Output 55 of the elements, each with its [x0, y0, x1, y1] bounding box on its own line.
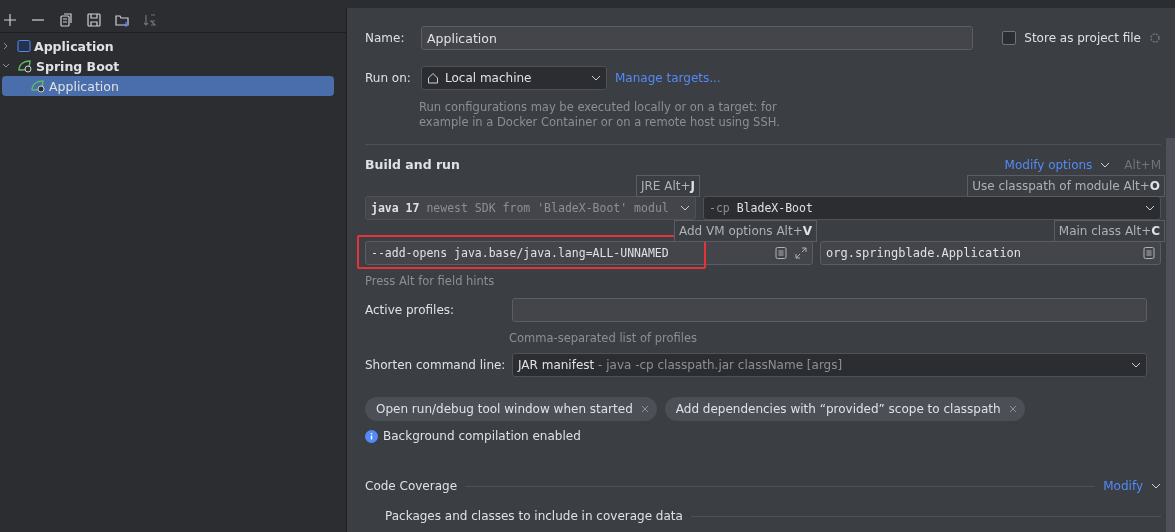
- chevron-down-icon: [1151, 483, 1161, 489]
- main-class-field[interactable]: org.springblade.Application: [820, 241, 1161, 265]
- section-title: Code Coverage: [365, 479, 458, 493]
- hint-text: Run configurations may be executed locally or on a target: for example in a Docker Container or on a remote host using SSH.: [419, 100, 781, 130]
- save-icon[interactable]: [86, 12, 102, 28]
- chevron-down-icon: [1145, 205, 1155, 211]
- field-label: Shorten command line:: [365, 358, 507, 372]
- option-chip[interactable]: Add dependencies with “provided” scope to classpath: [664, 397, 1025, 421]
- active-profiles-field[interactable]: [512, 298, 1147, 322]
- option-chip[interactable]: Open run/debug tool window when started: [365, 397, 657, 421]
- shortcut-text: Alt+M: [1124, 157, 1161, 172]
- tree-item[interactable]: Application: [2, 76, 334, 96]
- add-icon[interactable]: [2, 12, 18, 28]
- info-icon: [365, 429, 378, 443]
- window-icon: [17, 39, 31, 53]
- shorten-command-dropdown[interactable]: JAR manifest - java -cp classpath.jar className [args]: [512, 353, 1147, 377]
- shortcut-tooltip: Add VM options Alt+V: [673, 220, 817, 242]
- shortcut-tooltip: Main class Alt+C: [1053, 220, 1165, 242]
- chevron-down-icon: [1131, 362, 1141, 368]
- section-title: Build and run: [365, 157, 460, 172]
- home-icon: [427, 72, 439, 84]
- info-text: Background compilation enabled: [383, 429, 581, 443]
- vm-options-field[interactable]: --add-opens java.base/java.lang=ALL-UNNAMED: [365, 241, 813, 265]
- expand-icon[interactable]: [795, 247, 807, 259]
- shortcut-tooltip: JRE Alt+J: [635, 175, 700, 197]
- subsection-title: Packages and classes to include in coverage data: [385, 509, 683, 523]
- field-label: Run on:: [365, 71, 412, 85]
- leaf-icon: [30, 79, 46, 93]
- leaf-icon: [17, 59, 33, 73]
- checkbox[interactable]: [1002, 31, 1017, 45]
- document-icon[interactable]: [1143, 247, 1155, 259]
- classpath-dropdown[interactable]: -cp BladeX-Boot: [703, 196, 1161, 220]
- document-icon[interactable]: [775, 247, 787, 259]
- gear-icon[interactable]: [1149, 32, 1161, 44]
- hint-text: Comma-separated list of profiles: [509, 331, 698, 346]
- tree-item[interactable]: Spring Boot: [2, 56, 334, 76]
- chevron-down-icon: [680, 205, 690, 211]
- chevron-right-icon[interactable]: [2, 42, 10, 50]
- field-label: Active profiles:: [365, 303, 456, 317]
- shortcut-tooltip: Use classpath of module Alt+O: [967, 175, 1165, 197]
- chevron-down-icon: [591, 75, 601, 81]
- hint-text: Press Alt for field hints: [365, 274, 496, 289]
- copy-icon[interactable]: [58, 12, 74, 28]
- name-field[interactable]: Application: [421, 26, 973, 50]
- run-target-dropdown[interactable]: Local machine: [421, 66, 607, 90]
- jre-dropdown[interactable]: java 17 newest SDK from 'BladeX-Boot' modul: [365, 196, 696, 220]
- checkbox-label: Store as project file: [1024, 31, 1141, 45]
- chevron-down-icon: [1100, 161, 1111, 168]
- chevron-down-icon[interactable]: [2, 62, 10, 70]
- scrollbar[interactable]: [1166, 138, 1175, 532]
- folder-icon[interactable]: [114, 12, 130, 28]
- tree-item[interactable]: Application: [2, 36, 334, 56]
- field-label: Name:: [365, 31, 406, 45]
- close-icon[interactable]: [1008, 405, 1017, 413]
- close-icon[interactable]: [640, 405, 649, 413]
